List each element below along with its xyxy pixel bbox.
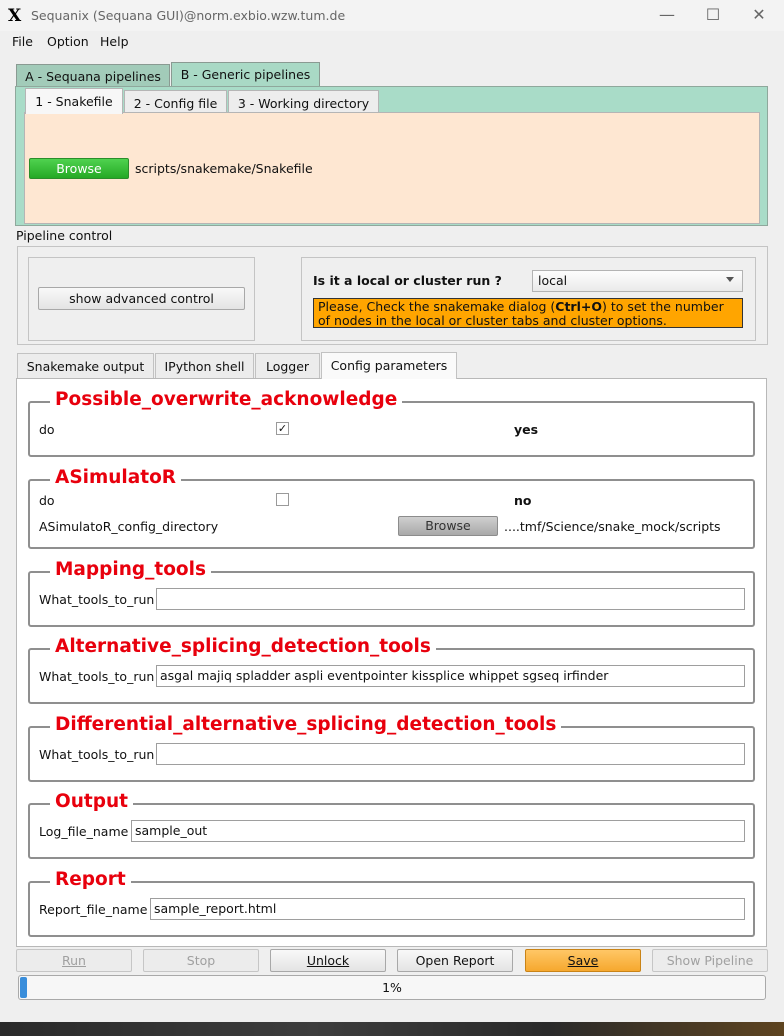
- minimize-icon[interactable]: —: [652, 4, 682, 26]
- tab-working-directory[interactable]: 3 - Working directory: [228, 90, 379, 113]
- run-mode-select[interactable]: local: [532, 270, 743, 292]
- report-title: Report: [50, 869, 131, 891]
- chevron-down-icon: [726, 277, 734, 282]
- asimulator-section: [28, 479, 755, 549]
- snakefile-path: scripts/snakemake/Snakefile: [135, 161, 313, 176]
- mapping-tools-title: Mapping_tools: [50, 559, 211, 581]
- open-report-button[interactable]: Open Report: [397, 949, 513, 972]
- snakefile-browse-button[interactable]: Browse: [29, 158, 129, 179]
- warning-shortcut: Ctrl+O: [555, 299, 602, 314]
- alt-splicing-input[interactable]: asgal majiq spladder aspli eventpointer …: [156, 665, 745, 687]
- save-button-label: Save: [567, 953, 599, 968]
- asimulator-title: ASimulatoR: [50, 467, 182, 489]
- diff-alt-splicing-label: What_tools_to_run: [39, 747, 155, 762]
- show-advanced-control-button[interactable]: show advanced control: [38, 287, 245, 310]
- log-file-name-input[interactable]: sample_out: [131, 820, 745, 842]
- alt-splicing-title: Alternative_splicing_detection_tools: [50, 636, 436, 658]
- overwrite-do-checkbox[interactable]: ✓: [276, 422, 289, 435]
- tab-sequana-pipelines[interactable]: A - Sequana pipelines: [16, 64, 170, 86]
- show-pipeline-button[interactable]: Show Pipeline: [652, 949, 768, 972]
- menu-option[interactable]: Option: [47, 34, 89, 49]
- tab-snakefile[interactable]: 1 - Snakefile: [25, 88, 123, 114]
- menu-help[interactable]: Help: [100, 34, 129, 49]
- asimulator-browse-button[interactable]: Browse: [398, 516, 498, 536]
- unlock-button-label: Unlock: [306, 953, 350, 968]
- overwrite-do-value: yes: [514, 422, 539, 437]
- stop-button[interactable]: Stop: [143, 949, 259, 972]
- tab-config-file[interactable]: 2 - Config file: [124, 90, 227, 113]
- tab-generic-pipelines[interactable]: B - Generic pipelines: [171, 62, 320, 86]
- tab-logger[interactable]: Logger: [255, 353, 320, 379]
- save-button[interactable]: Save: [525, 949, 641, 972]
- asimulator-dir-value: ....tmf/Science/snake_mock/scripts: [504, 519, 721, 534]
- unlock-button[interactable]: Unlock: [270, 949, 386, 972]
- asimulator-do-value: no: [514, 493, 532, 508]
- mapping-tools-input[interactable]: [156, 588, 745, 610]
- asimulator-dir-label: ASimulatoR_config_directory: [39, 519, 219, 534]
- overwrite-do-label: do: [39, 422, 55, 437]
- desktop-background-strip: [0, 1022, 784, 1036]
- warning-text-start: Please, Check the snakemake dialog (: [318, 299, 556, 314]
- maximize-icon[interactable]: ☐: [698, 4, 728, 26]
- diff-alt-splicing-title: Differential_alternative_splicing_detect…: [50, 714, 562, 736]
- run-button-label: Run: [62, 953, 86, 968]
- menu-file[interactable]: File: [12, 34, 33, 49]
- tab-ipython-shell[interactable]: IPython shell: [155, 353, 254, 379]
- tab-config-parameters[interactable]: Config parameters: [321, 352, 457, 379]
- cluster-warning: Please, Check the snakemake dialog (Ctrl…: [313, 298, 743, 328]
- diff-alt-splicing-input[interactable]: [156, 743, 745, 765]
- close-icon[interactable]: ✕: [744, 4, 774, 26]
- overwrite-title: Possible_overwrite_acknowledge: [50, 389, 403, 411]
- output-title: Output: [50, 791, 133, 813]
- asimulator-do-label: do: [39, 493, 55, 508]
- tab-snakemake-output[interactable]: Snakemake output: [17, 353, 154, 379]
- report-file-name-label: Report_file_name: [39, 902, 148, 917]
- progress-label: 1%: [382, 980, 402, 995]
- mapping-tools-label: What_tools_to_run: [39, 592, 155, 607]
- pipeline-control-label: Pipeline control: [16, 228, 113, 243]
- asimulator-do-checkbox[interactable]: [276, 493, 289, 506]
- run-button[interactable]: Run: [16, 949, 132, 972]
- window-title: Sequanix (Sequana GUI)@norm.exbio.wzw.tu…: [31, 8, 346, 23]
- run-mode-question: Is it a local or cluster run ?: [313, 273, 502, 288]
- log-file-name-label: Log_file_name: [39, 824, 129, 839]
- report-file-name-input[interactable]: sample_report.html: [150, 898, 745, 920]
- x-logo-icon: X: [8, 6, 22, 26]
- alt-splicing-label: What_tools_to_run: [39, 669, 155, 684]
